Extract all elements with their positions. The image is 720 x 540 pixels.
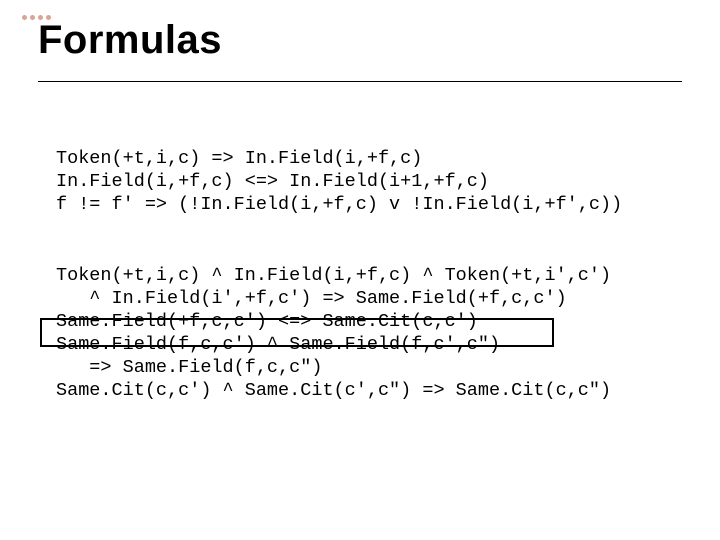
formula-body: Token(+t,i,c) => In.Field(i,+f,c) In.Fie… bbox=[56, 124, 666, 426]
title-block: Formulas bbox=[38, 18, 682, 82]
formula-line: In.Field(i,+f,c) <=> In.Field(i+1,+f,c) bbox=[56, 171, 489, 192]
spacer bbox=[56, 217, 666, 241]
formula-line: Token(+t,i,c) ^ In.Field(i,+f,c) ^ Token… bbox=[56, 265, 611, 286]
dot-icon bbox=[30, 15, 35, 20]
formula-line: ^ In.Field(i',+f,c') => Same.Field(+f,c,… bbox=[56, 288, 567, 309]
formula-line: Same.Field(f,c,c') ^ Same.Field(f,c',c") bbox=[56, 334, 500, 355]
formula-line: => Same.Field(f,c,c") bbox=[56, 357, 322, 378]
formula-line: Same.Field(+f,c,c') <=> Same.Cit(c,c') bbox=[56, 311, 478, 332]
dot-icon bbox=[22, 15, 27, 20]
formula-line: Token(+t,i,c) => In.Field(i,+f,c) bbox=[56, 148, 422, 169]
slide-title: Formulas bbox=[38, 18, 682, 63]
slide: Formulas Token(+t,i,c) => In.Field(i,+f,… bbox=[0, 0, 720, 540]
formula-line: Same.Cit(c,c') ^ Same.Cit(c',c") => Same… bbox=[56, 380, 611, 401]
formula-line: f != f' => (!In.Field(i,+f,c) v !In.Fiel… bbox=[56, 194, 622, 215]
